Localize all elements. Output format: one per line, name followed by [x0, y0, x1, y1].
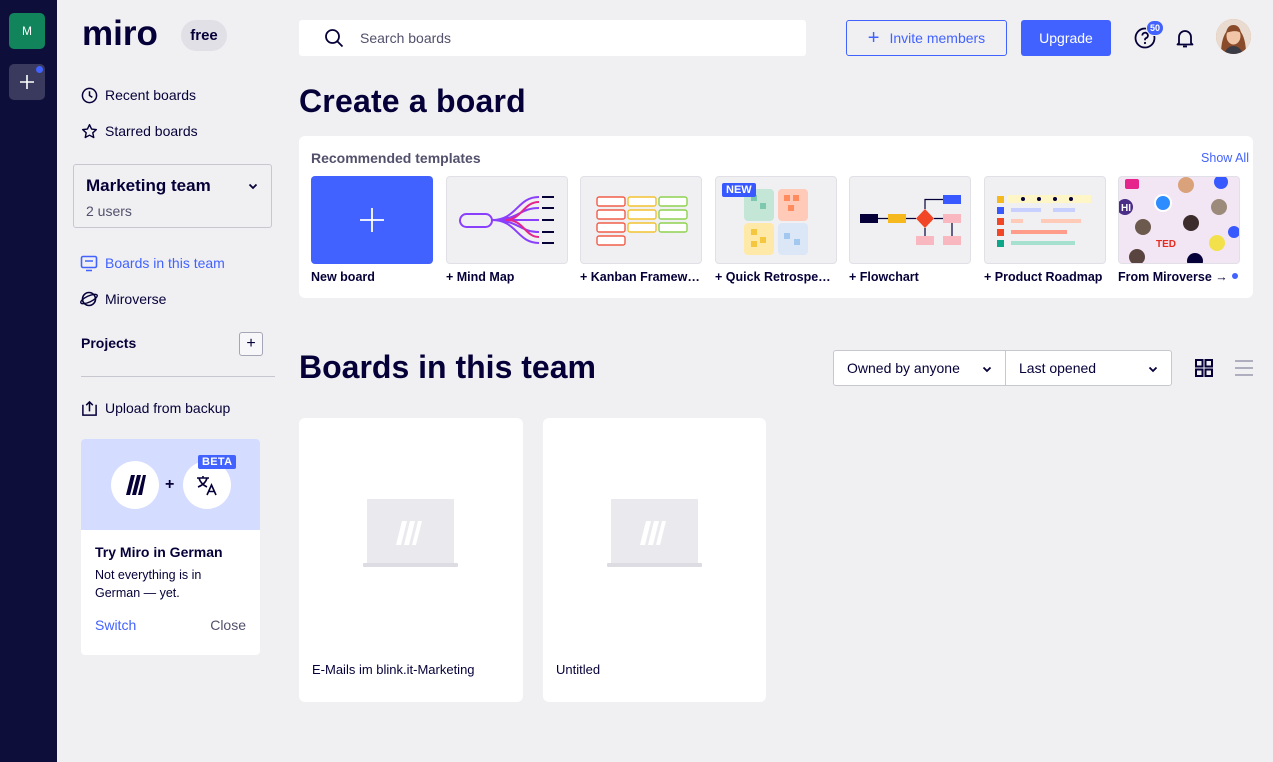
sidebar-item-recent-boards[interactable]: Recent boards: [80, 83, 196, 107]
board-card[interactable]: E-Mails im blink.it-Marketing: [299, 418, 523, 702]
switch-language-button[interactable]: Switch: [95, 617, 136, 633]
board-placeholder-icon: [363, 499, 458, 567]
search-bar[interactable]: [299, 20, 806, 56]
plus-icon: [20, 75, 34, 89]
roadmap-thumbnail: [984, 176, 1106, 264]
template-label: + Product Roadmap: [984, 270, 1103, 284]
add-team-button[interactable]: [9, 64, 45, 100]
upload-from-backup-button[interactable]: Upload from backup: [80, 396, 230, 420]
chevron-down-icon: [1147, 362, 1159, 378]
miroverse-thumbnail: HI TED: [1118, 176, 1240, 264]
carousel-indicator-dot: [1232, 273, 1238, 279]
board-name: Untitled: [556, 662, 601, 677]
kanban-thumbnail: [580, 176, 702, 264]
plus-icon: +: [867, 27, 880, 49]
owner-filter-value: Owned by anyone: [847, 360, 960, 376]
sidebar-item-starred-boards[interactable]: Starred boards: [80, 119, 198, 143]
invite-label: Invite members: [889, 30, 986, 46]
template-kanban[interactable]: + Kanban Framework: [580, 176, 703, 284]
sidebar-item-boards-in-team[interactable]: Boards in this team: [80, 251, 225, 275]
clock-icon: [80, 86, 98, 104]
section-title: Boards in this team: [299, 349, 596, 385]
grid-view-icon[interactable]: [1194, 358, 1214, 383]
flowchart-thumbnail: [849, 176, 971, 264]
team-switcher-avatar[interactable]: M: [9, 13, 45, 49]
board-name: E-Mails im blink.it-Marketing: [312, 662, 475, 677]
team-name: Marketing team: [86, 176, 211, 195]
promo-plus: +: [165, 476, 175, 493]
new-board-thumbnail: [311, 176, 433, 264]
miro-logo[interactable]: miro: [82, 14, 174, 54]
sort-dropdown[interactable]: Last opened: [1005, 350, 1172, 386]
board-card[interactable]: Untitled: [543, 418, 766, 702]
miro-logo-icon: [111, 461, 159, 509]
page-title: Create a board: [299, 83, 526, 119]
template-quick-retrospective[interactable]: NEW + Quick Retrospective: [715, 176, 838, 284]
svg-text:TED: TED: [1156, 239, 1176, 250]
user-photo: [1216, 19, 1251, 54]
sidebar-item-miroverse[interactable]: Miroverse: [80, 287, 166, 311]
template-label: + Flowchart: [849, 270, 919, 284]
promo-illustration: + BETA: [81, 439, 260, 530]
templates-panel: Recommended templates Show All New board…: [299, 136, 1253, 298]
user-avatar[interactable]: [1216, 19, 1251, 54]
help-notification-badge: 50: [1146, 20, 1164, 36]
sidebar-item-label: Recent boards: [105, 87, 197, 103]
template-label: From Miroverse →: [1118, 270, 1228, 284]
list-view-icon[interactable]: [1234, 358, 1254, 383]
search-input[interactable]: [360, 30, 760, 46]
close-promo-button[interactable]: Close: [210, 617, 246, 633]
invite-members-button[interactable]: + Invite members: [846, 20, 1007, 56]
mind-map-thumbnail: [446, 176, 568, 264]
language-promo-card: + BETA Try Miro in German Not everything…: [81, 439, 260, 655]
search-icon: [324, 28, 344, 48]
add-project-button[interactable]: +: [239, 332, 263, 356]
sidebar: miro free Recent boards Starred boards M…: [57, 0, 287, 762]
upload-label: Upload from backup: [105, 400, 231, 416]
template-label: + Quick Retrospective: [715, 270, 837, 284]
template-product-roadmap[interactable]: + Product Roadmap: [984, 176, 1107, 284]
upload-icon: [80, 399, 98, 417]
owner-filter-dropdown[interactable]: Owned by anyone: [833, 350, 1006, 386]
miroverse-icon: [80, 290, 98, 308]
board-placeholder-icon: [607, 499, 702, 567]
retrospective-thumbnail: NEW: [715, 176, 837, 264]
bell-icon[interactable]: [1173, 26, 1197, 55]
sidebar-divider: [81, 376, 275, 377]
board-icon: [80, 254, 98, 272]
app-rail: M: [0, 0, 57, 762]
sidebar-item-label: Boards in this team: [105, 255, 225, 271]
promo-title: Try Miro in German: [95, 544, 223, 560]
sort-value: Last opened: [1019, 360, 1097, 376]
template-new-board[interactable]: New board: [311, 176, 434, 284]
projects-heading: Projects: [81, 335, 137, 351]
recommended-templates-label: Recommended templates: [311, 150, 481, 166]
chevron-down-icon: [981, 362, 993, 378]
notification-dot: [36, 66, 43, 73]
beta-badge: BETA: [198, 455, 237, 469]
team-user-count: 2 users: [86, 203, 132, 219]
plan-badge: free: [181, 20, 227, 51]
svg-text:HI: HI: [1121, 203, 1131, 214]
template-label: + Mind Map: [446, 270, 515, 284]
chevron-down-icon: [247, 179, 259, 197]
show-all-templates-link[interactable]: Show All: [1201, 151, 1249, 165]
promo-text: Not everything is in German — yet.: [95, 568, 202, 600]
star-icon: [80, 122, 98, 140]
template-mind-map[interactable]: + Mind Map: [446, 176, 569, 284]
template-flowchart[interactable]: + Flowchart: [849, 176, 972, 284]
sidebar-item-label: Miroverse: [105, 291, 167, 307]
team-selector[interactable]: Marketing team 2 users: [73, 164, 272, 228]
template-label: + Kanban Framework: [580, 270, 702, 284]
upgrade-button[interactable]: Upgrade: [1021, 20, 1111, 56]
svg-text:miro: miro: [82, 19, 158, 49]
miro-wordmark-icon: miro: [82, 19, 158, 49]
template-from-miroverse[interactable]: HI TED From Miroverse →: [1118, 176, 1241, 284]
sidebar-item-label: Starred boards: [105, 123, 198, 139]
new-badge: NEW: [722, 183, 756, 197]
template-label: New board: [311, 270, 375, 284]
plus-icon: [360, 208, 384, 232]
